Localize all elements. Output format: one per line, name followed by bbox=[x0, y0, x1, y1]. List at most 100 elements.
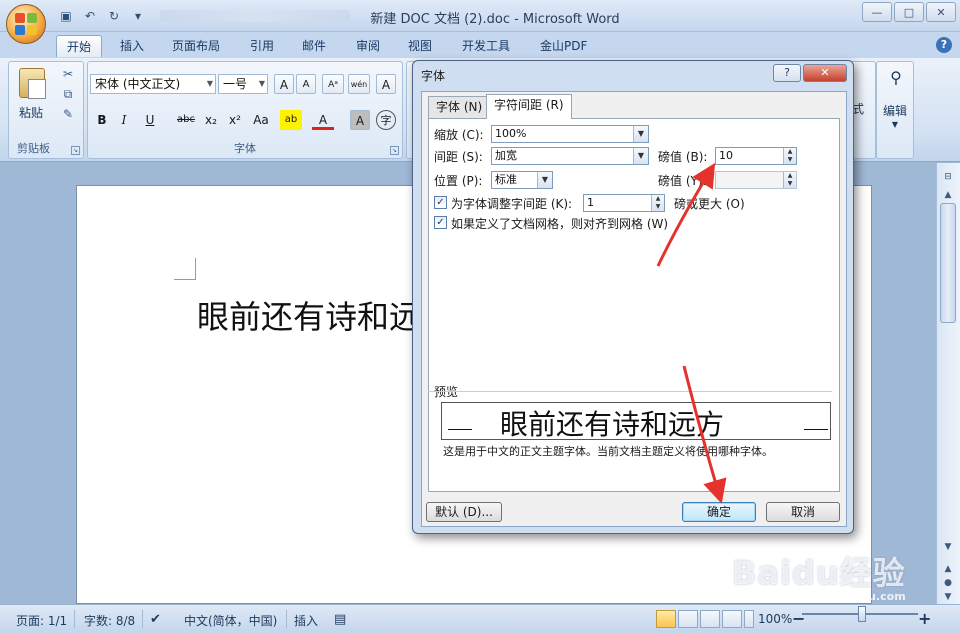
find-icon[interactable]: ⚲ bbox=[883, 68, 909, 87]
print-layout-view-icon[interactable] bbox=[656, 610, 676, 628]
font-name-combo[interactable]: 宋体 (中文正文) ▼ bbox=[90, 74, 216, 94]
spinner-icon[interactable]: ▲ ▼ bbox=[783, 172, 796, 188]
character-shading-icon[interactable]: A bbox=[350, 110, 370, 130]
zoom-in-button[interactable]: + bbox=[918, 609, 931, 628]
snap-to-grid-checkbox[interactable]: ✓ bbox=[434, 216, 447, 229]
editing-button[interactable]: 编辑 bbox=[877, 102, 913, 119]
preview-caption: 这是用于中文的正文主题字体。当前文档主题定义将使用哪种字体。 bbox=[443, 445, 773, 458]
font-size-combo[interactable]: 一号 ▼ bbox=[218, 74, 268, 94]
next-page-icon[interactable]: ▼ bbox=[939, 589, 957, 605]
tab-kingsoft-pdf[interactable]: 金山PDF bbox=[530, 35, 597, 57]
kerning-input[interactable]: 1 ▲ ▼ bbox=[583, 194, 665, 212]
watermark: Baidu经验 jingyan.baidu.com bbox=[732, 548, 906, 603]
minimize-button[interactable]: — bbox=[862, 2, 892, 22]
preview-text: 眼前还有诗和远方 bbox=[500, 408, 725, 440]
clipboard-group: 粘贴 ✂ ⧉ ✎ 剪贴板 ↘ bbox=[8, 61, 84, 159]
bold-button[interactable]: B bbox=[92, 110, 112, 130]
spacing-label: 间距 (S): bbox=[434, 150, 483, 164]
full-screen-reading-view-icon[interactable] bbox=[678, 610, 698, 628]
font-color-icon[interactable]: A bbox=[312, 110, 334, 130]
tab-view[interactable]: 视图 bbox=[398, 35, 442, 57]
position-select[interactable]: 标准 ▼ bbox=[491, 171, 553, 189]
spinner-icon[interactable]: ▲ ▼ bbox=[783, 148, 796, 164]
position-by-label: 磅值 (Y): bbox=[658, 174, 707, 188]
paste-button-label[interactable]: 粘贴 bbox=[19, 104, 43, 121]
subscript-button[interactable]: x₂ bbox=[200, 110, 222, 130]
copy-icon[interactable]: ⧉ bbox=[59, 86, 77, 102]
office-button[interactable] bbox=[6, 4, 46, 44]
spinner-icon[interactable]: ▲ ▼ bbox=[651, 195, 664, 211]
phonetic-guide-icon[interactable]: wén bbox=[348, 74, 370, 94]
dialog-help-button[interactable]: ? bbox=[773, 64, 801, 82]
position-by-input[interactable]: ▲ ▼ bbox=[715, 171, 797, 189]
chevron-down-icon: ▼ bbox=[891, 120, 899, 129]
tab-developer[interactable]: 开发工具 bbox=[452, 35, 520, 57]
cancel-button[interactable]: 取消 bbox=[766, 502, 840, 522]
outline-view-icon[interactable] bbox=[722, 610, 742, 628]
zoom-level[interactable]: 100% bbox=[758, 612, 792, 626]
grow-font-icon[interactable]: A bbox=[274, 74, 294, 94]
web-layout-view-icon[interactable] bbox=[700, 610, 720, 628]
paste-icon[interactable] bbox=[19, 68, 46, 99]
tab-character-spacing[interactable]: 字符间距 (R) bbox=[486, 94, 572, 119]
scroll-thumb[interactable] bbox=[940, 203, 956, 323]
draft-view-icon[interactable] bbox=[744, 610, 754, 628]
tab-mailings[interactable]: 邮件 bbox=[292, 35, 336, 57]
maximize-button[interactable]: □ bbox=[894, 2, 924, 22]
underline-button[interactable]: U bbox=[138, 110, 162, 130]
clear-format-icon[interactable]: Aᵃ bbox=[322, 74, 344, 94]
ruler-toggle-icon[interactable]: ⊟ bbox=[939, 169, 957, 185]
clipboard-launcher-icon[interactable]: ↘ bbox=[71, 146, 80, 155]
margin-corner-mark bbox=[174, 258, 196, 280]
window-title: 新建 DOC 文档 (2).doc - Microsoft Word bbox=[370, 12, 620, 27]
font-group: 宋体 (中文正文) ▼ 一号 ▼ A A Aᵃ wén A B I U abc x₂… bbox=[87, 61, 403, 159]
snap-to-grid-label[interactable]: 如果定义了文档网格，则对齐到网格 (W) bbox=[451, 215, 668, 232]
kerning-checkbox[interactable]: ✓ bbox=[434, 196, 447, 209]
chevron-down-icon: ▼ bbox=[633, 148, 648, 164]
preview-left-marker bbox=[448, 429, 472, 430]
font-launcher-icon[interactable]: ↘ bbox=[390, 146, 399, 155]
scroll-up-icon[interactable]: ▲ bbox=[939, 187, 957, 203]
superscript-button[interactable]: x² bbox=[224, 110, 246, 130]
dialog-close-button[interactable]: ✕ bbox=[803, 64, 847, 82]
tab-references[interactable]: 引用 bbox=[240, 35, 284, 57]
macro-record-icon[interactable]: ▤ bbox=[334, 612, 346, 627]
format-painter-icon[interactable]: ✎ bbox=[59, 106, 77, 122]
tab-font[interactable]: 字体 (N) bbox=[428, 96, 491, 118]
zoom-out-button[interactable]: − bbox=[792, 609, 805, 628]
language-indicator[interactable]: 中文(简体，中国) bbox=[184, 612, 277, 629]
enclose-characters-icon[interactable]: 字 bbox=[376, 110, 396, 130]
character-border-icon[interactable]: A bbox=[376, 74, 396, 94]
spacing-by-input[interactable]: 10 ▲ ▼ bbox=[715, 147, 797, 165]
change-case-button[interactable]: Aa bbox=[248, 110, 274, 130]
tab-home[interactable]: 开始 bbox=[56, 35, 103, 57]
insert-mode[interactable]: 插入 bbox=[294, 612, 318, 629]
close-button[interactable]: ✕ bbox=[926, 2, 956, 22]
italic-button[interactable]: I bbox=[114, 110, 134, 130]
tab-review[interactable]: 审阅 bbox=[346, 35, 390, 57]
chevron-down-icon: ▼ bbox=[258, 79, 265, 88]
zoom-slider-thumb[interactable] bbox=[858, 606, 866, 622]
editing-group: ⚲ 编辑 ▼ bbox=[876, 61, 914, 159]
ok-button[interactable]: 确定 bbox=[682, 502, 756, 522]
tab-page-layout[interactable]: 页面布局 bbox=[162, 35, 230, 57]
dialog-title: 字体 bbox=[421, 69, 446, 83]
set-default-button[interactable]: 默认 (D)... bbox=[426, 502, 502, 522]
office-logo-icon bbox=[15, 13, 37, 35]
help-icon[interactable]: ? bbox=[936, 37, 952, 53]
proofing-icon[interactable]: ✔ bbox=[150, 612, 161, 627]
spacing-select[interactable]: 加宽 ▼ bbox=[491, 147, 649, 165]
highlight-icon[interactable]: ab bbox=[280, 110, 302, 130]
kerning-label[interactable]: 为字体调整字间距 (K): bbox=[451, 195, 572, 212]
strikethrough-button[interactable]: abc bbox=[174, 110, 198, 130]
word-count[interactable]: 字数: 8/8 bbox=[84, 612, 135, 629]
scale-select[interactable]: 100% ▼ bbox=[491, 125, 649, 143]
preview-right-marker bbox=[804, 429, 828, 430]
scroll-down-icon[interactable]: ▼ bbox=[939, 539, 957, 555]
chevron-down-icon: ▼ bbox=[537, 172, 552, 188]
shrink-font-icon[interactable]: A bbox=[296, 74, 316, 94]
page-count[interactable]: 页面: 1/1 bbox=[16, 612, 67, 629]
cut-icon[interactable]: ✂ bbox=[59, 66, 77, 82]
vertical-scrollbar[interactable]: ⊟ ▲ ▼ ▲ ● ▼ bbox=[936, 163, 960, 604]
tab-insert[interactable]: 插入 bbox=[110, 35, 154, 57]
